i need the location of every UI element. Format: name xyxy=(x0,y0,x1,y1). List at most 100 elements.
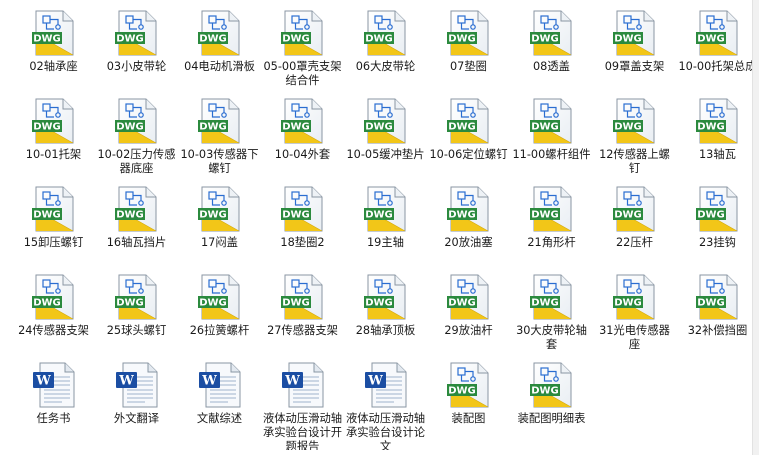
dwg-file-icon: DWG xyxy=(197,274,239,320)
file-item[interactable]: DWG 23挂钩 xyxy=(676,186,759,274)
file-item[interactable]: DWG 30大皮带轮轴套 xyxy=(510,274,593,362)
dwg-badge-text: DWG xyxy=(697,298,725,309)
file-name-label: 10-02压力传感器底座 xyxy=(97,148,176,175)
dwg-badge-text: DWG xyxy=(282,122,310,133)
file-item[interactable]: DWG 15卸压螺钉 xyxy=(12,186,95,274)
file-item[interactable]: DWG 20放油塞 xyxy=(427,186,510,274)
dwg-badge-text: DWG xyxy=(448,298,476,309)
file-item[interactable]: DWG 32补偿挡圈 xyxy=(676,274,759,362)
dwg-badge-text: DWG xyxy=(365,122,393,133)
dwg-file-icon: DWG xyxy=(197,98,239,144)
file-item[interactable]: DWG 装配图明细表 xyxy=(510,362,593,450)
dwg-file-icon: DWG xyxy=(695,98,737,144)
file-name-label: 24传感器支架 xyxy=(18,324,89,337)
vertical-scrollbar[interactable] xyxy=(752,0,759,455)
dwg-badge-text: DWG xyxy=(697,122,725,133)
dwg-badge-text: DWG xyxy=(33,210,61,221)
dwg-badge-text: DWG xyxy=(448,210,476,221)
file-item[interactable]: W 液体动压滑动轴承实验台设计论文 xyxy=(344,362,427,450)
file-item[interactable]: DWG 10-02压力传感器底座 xyxy=(95,98,178,186)
file-item[interactable]: DWG 03小皮带轮 xyxy=(95,10,178,98)
dwg-badge-text: DWG xyxy=(33,298,61,309)
file-item[interactable]: DWG 28轴承顶板 xyxy=(344,274,427,362)
file-item[interactable]: W 外文翻译 xyxy=(95,362,178,450)
file-item[interactable]: DWG 12传感器上螺钉 xyxy=(593,98,676,186)
dwg-file-icon: DWG xyxy=(363,186,405,232)
file-item[interactable]: W 文献综述 xyxy=(178,362,261,450)
file-item[interactable]: DWG 18垫圈2 xyxy=(261,186,344,274)
dwg-badge-text: DWG xyxy=(448,34,476,45)
dwg-badge-text: DWG xyxy=(33,122,61,133)
file-item[interactable]: DWG 02轴承座 xyxy=(12,10,95,98)
dwg-file-icon: DWG xyxy=(31,98,73,144)
file-name-label: 装配图 xyxy=(451,412,486,425)
dwg-file-icon: DWG xyxy=(114,98,156,144)
dwg-badge-text: DWG xyxy=(282,210,310,221)
dwg-file-icon: DWG xyxy=(612,186,654,232)
dwg-file-icon: DWG xyxy=(529,98,571,144)
dwg-file-icon: DWG xyxy=(114,186,156,232)
file-name-label: 13轴瓦 xyxy=(699,148,736,161)
dwg-file-icon: DWG xyxy=(446,274,488,320)
file-item[interactable]: DWG 10-00托架总成 xyxy=(676,10,759,98)
file-item[interactable]: DWG 08透盖 xyxy=(510,10,593,98)
file-item[interactable]: DWG 10-01托架 xyxy=(12,98,95,186)
dwg-badge-text: DWG xyxy=(614,122,642,133)
file-item[interactable]: DWG 05-00罩壳支架结合件 xyxy=(261,10,344,98)
file-item[interactable]: DWG 10-06定位螺钉 xyxy=(427,98,510,186)
file-item[interactable]: DWG 27传感器支架 xyxy=(261,274,344,362)
file-name-label: 16轴瓦挡片 xyxy=(106,236,167,249)
dwg-file-icon: DWG xyxy=(31,186,73,232)
file-item[interactable]: DWG 17闷盖 xyxy=(178,186,261,274)
file-name-label: 20放油塞 xyxy=(444,236,493,249)
dwg-file-icon: DWG xyxy=(695,186,737,232)
file-item[interactable]: W 液体动压滑动轴承实验台设计开题报告 xyxy=(261,362,344,450)
dwg-badge-text: DWG xyxy=(365,298,393,309)
file-item[interactable]: DWG 10-03传感器下螺钉 xyxy=(178,98,261,186)
dwg-badge-text: DWG xyxy=(199,122,227,133)
dwg-file-icon: DWG xyxy=(197,186,239,232)
file-item[interactable]: DWG 24传感器支架 xyxy=(12,274,95,362)
dwg-badge-text: DWG xyxy=(531,298,559,309)
file-name-label: 28轴承顶板 xyxy=(355,324,416,337)
dwg-badge-text: DWG xyxy=(199,210,227,221)
file-item[interactable]: DWG 11-00螺杆组件 xyxy=(510,98,593,186)
file-name-label: 19主轴 xyxy=(367,236,404,249)
dwg-badge-text: DWG xyxy=(448,122,476,133)
dwg-badge-text: DWG xyxy=(697,210,725,221)
dwg-file-icon: DWG xyxy=(197,10,239,56)
file-item[interactable]: DWG 25球头螺钉 xyxy=(95,274,178,362)
file-name-label: 32补偿挡圈 xyxy=(687,324,748,337)
file-item[interactable]: DWG 10-05缓冲垫片 xyxy=(344,98,427,186)
word-letter: W xyxy=(284,374,300,389)
file-item[interactable]: DWG 09罩盖支架 xyxy=(593,10,676,98)
file-item[interactable]: W 任务书 xyxy=(12,362,95,450)
file-name-label: 29放油杆 xyxy=(444,324,493,337)
file-name-label: 25球头螺钉 xyxy=(106,324,167,337)
file-name-label: 02轴承座 xyxy=(29,60,78,73)
file-item[interactable]: DWG 13轴瓦 xyxy=(676,98,759,186)
dwg-file-icon: DWG xyxy=(612,98,654,144)
file-item[interactable]: DWG 10-04外套 xyxy=(261,98,344,186)
word-doc-icon: W xyxy=(115,362,157,408)
file-name-label: 10-01托架 xyxy=(25,148,82,161)
file-item[interactable]: DWG 22压杆 xyxy=(593,186,676,274)
file-item[interactable]: DWG 26拉簧螺杆 xyxy=(178,274,261,362)
dwg-badge-text: DWG xyxy=(531,386,559,397)
file-item[interactable]: DWG 29放油杆 xyxy=(427,274,510,362)
file-item[interactable]: DWG 06大皮带轮 xyxy=(344,10,427,98)
file-item[interactable]: DWG 21角形杆 xyxy=(510,186,593,274)
file-item[interactable]: DWG 04电动机滑板 xyxy=(178,10,261,98)
dwg-badge-text: DWG xyxy=(531,34,559,45)
file-item[interactable]: DWG 19主轴 xyxy=(344,186,427,274)
dwg-file-icon: DWG xyxy=(363,98,405,144)
dwg-file-icon: DWG xyxy=(529,274,571,320)
file-item[interactable]: DWG 装配图 xyxy=(427,362,510,450)
dwg-badge-text: DWG xyxy=(365,34,393,45)
file-item[interactable]: DWG 16轴瓦挡片 xyxy=(95,186,178,274)
word-letter: W xyxy=(367,374,383,389)
file-item[interactable]: DWG 31光电传感器座 xyxy=(593,274,676,362)
dwg-file-icon: DWG xyxy=(446,10,488,56)
file-name-label: 10-06定位螺钉 xyxy=(429,148,508,161)
file-item[interactable]: DWG 07垫圈 xyxy=(427,10,510,98)
